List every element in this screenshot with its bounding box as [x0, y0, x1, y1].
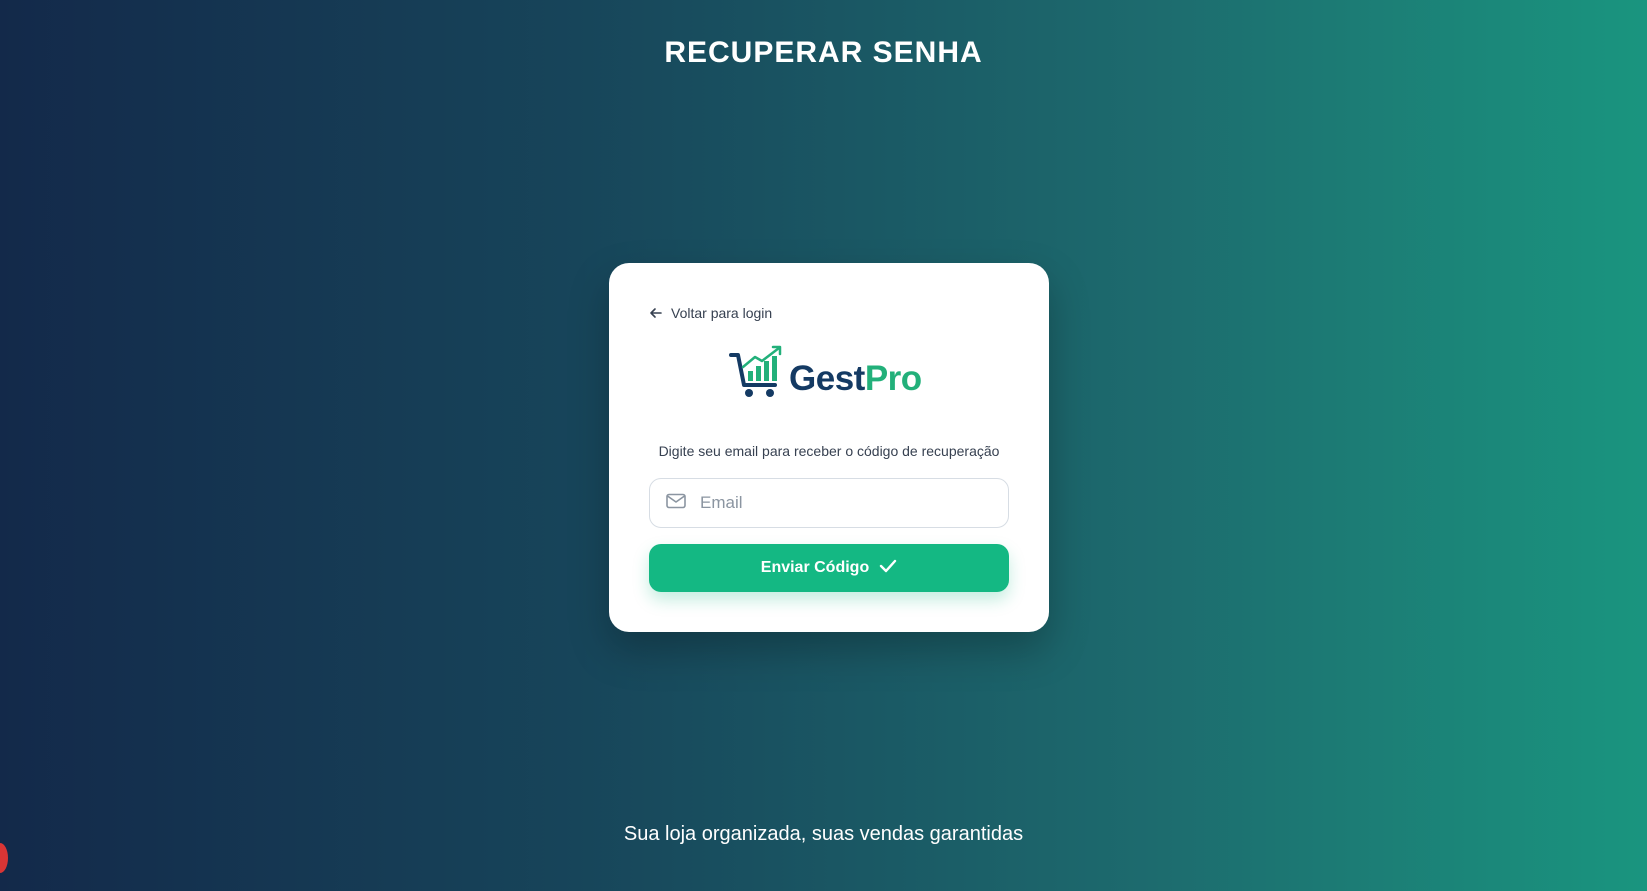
logo-gest-text: Gest: [789, 359, 865, 398]
recovery-card: Voltar para login GestPro Digite seu ema…: [609, 263, 1049, 632]
logo-pro-text: Pro: [864, 359, 922, 398]
send-code-button[interactable]: Enviar Código: [649, 544, 1009, 592]
arrow-left-icon: [649, 306, 663, 320]
send-code-label: Enviar Código: [760, 559, 870, 576]
notification-badge[interactable]: [0, 843, 8, 873]
logo-wordmark: GestPro: [789, 361, 922, 396]
tagline: Sua loja organizada, suas vendas garanti…: [623, 823, 1024, 845]
mail-icon: [666, 493, 686, 514]
instruction-text: Digite seu email para receber o código d…: [658, 443, 1000, 459]
gestpro-logo: GestPro: [729, 345, 922, 404]
back-to-login-link[interactable]: Voltar para login: [649, 305, 772, 321]
email-field[interactable]: [649, 478, 1009, 528]
cart-chart-icon: [729, 345, 785, 404]
back-link-label: Voltar para login: [671, 305, 773, 321]
check-icon: [879, 559, 897, 578]
email-input[interactable]: [698, 492, 982, 514]
page-title: RECUPERAR SENHA: [664, 36, 983, 69]
